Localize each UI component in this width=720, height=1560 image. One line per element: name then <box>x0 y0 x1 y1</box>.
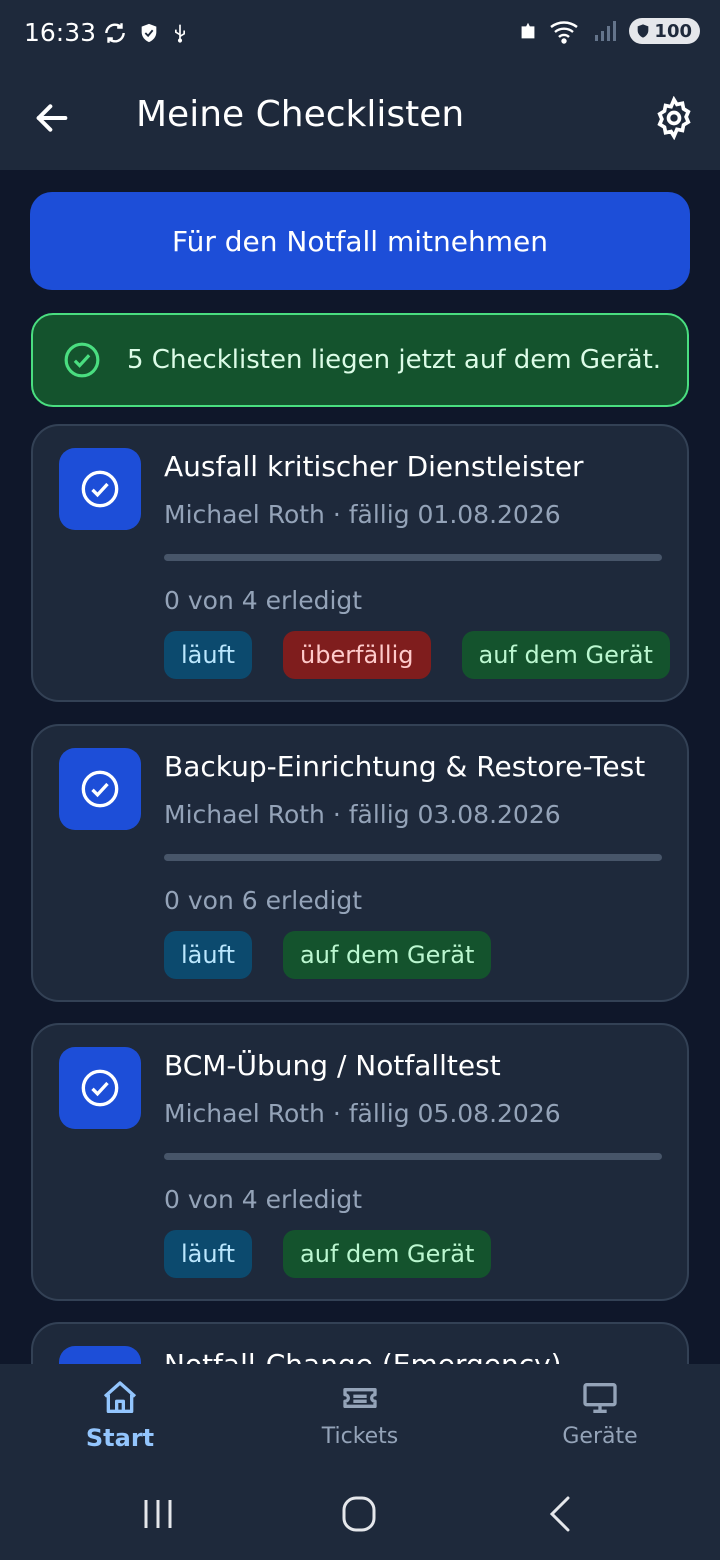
sync-icon <box>105 23 125 43</box>
system-back-button[interactable] <box>540 1494 580 1538</box>
nav-item-tickets[interactable]: Tickets <box>280 1378 440 1449</box>
checklist-count: 0 von 4 erledigt <box>164 586 363 615</box>
status-bar: 16:33 100 <box>0 0 720 70</box>
nav-label-tickets: Tickets <box>321 1424 399 1449</box>
home-circle-icon <box>342 1496 376 1532</box>
check-circle-icon <box>81 470 119 508</box>
status-time: 16:33 <box>24 18 97 47</box>
checklist-icon-tile <box>59 448 141 530</box>
gear-icon <box>657 95 691 141</box>
wifi-icon <box>550 21 579 44</box>
status-icons-left <box>102 20 190 46</box>
checklist-title: Backup-Einrichtung & Restore-Test <box>164 750 646 783</box>
status-badge-running: läuft <box>164 931 253 979</box>
system-navigation-bar <box>0 1470 720 1560</box>
recents-button[interactable] <box>138 1494 178 1538</box>
ticket-icon <box>343 1388 377 1408</box>
home-button[interactable] <box>338 1494 380 1538</box>
progress-bar <box>164 1153 662 1160</box>
monitor-icon <box>583 1383 617 1413</box>
status-badge-on-device: auf dem Gerät <box>461 631 670 679</box>
check-circle-icon <box>81 770 119 808</box>
take-for-emergency-button[interactable]: Für den Notfall mitnehmen <box>30 192 690 290</box>
checklist-title: Notfall-Change (Emergency) <box>164 1348 562 1364</box>
nav-label-devices: Geräte <box>562 1424 638 1449</box>
checklist-count: 0 von 4 erledigt <box>164 1185 363 1214</box>
settings-button[interactable] <box>652 95 696 141</box>
checklist-card[interactable]: Notfall-Change (Emergency) <box>31 1322 689 1364</box>
checklist-meta: Michael Roth · fällig 05.08.2026 <box>164 1099 561 1128</box>
check-circle-icon <box>81 1069 119 1107</box>
recents-icon <box>144 1500 172 1528</box>
signal-icon <box>595 21 617 41</box>
checklist-title: BCM-Übung / Notfalltest <box>164 1049 501 1082</box>
badge-row: läuft auf dem Gerät <box>164 1230 492 1278</box>
status-badge-running: läuft <box>164 631 253 679</box>
alert-icon <box>522 22 535 39</box>
home-icon <box>103 1381 137 1413</box>
checklist-card[interactable]: BCM-Übung / Notfalltest Michael Roth · f… <box>31 1023 689 1301</box>
checklist-icon-tile <box>59 748 141 830</box>
back-button[interactable] <box>32 98 72 138</box>
checklist-meta: Michael Roth · fällig 01.08.2026 <box>164 500 561 529</box>
status-badge-on-device: auf dem Gerät <box>283 931 492 979</box>
status-icons-right: 100 <box>517 18 700 44</box>
battery-indicator: 100 <box>629 18 700 44</box>
notice-text: 5 Checklisten liegen jetzt auf dem Gerät… <box>127 345 662 375</box>
badge-row: läuft auf dem Gerät <box>164 931 492 979</box>
arrow-left-icon <box>36 104 68 132</box>
badge-row: läuft überfällig auf dem Gerät <box>164 631 670 679</box>
usb-icon <box>175 24 185 43</box>
checklist-title: Ausfall kritischer Dienstleister <box>164 450 584 483</box>
nav-item-start[interactable]: Start <box>40 1378 200 1452</box>
checklist-content[interactable]: Für den Notfall mitnehmen 5 Checklisten … <box>0 170 720 1364</box>
page-title: Meine Checklisten <box>136 94 465 135</box>
checklist-card[interactable]: Backup-Einrichtung & Restore-Test Michae… <box>31 724 689 1002</box>
battery-icon <box>638 24 649 38</box>
bottom-navigation: Start Tickets Geräte <box>0 1364 720 1470</box>
nav-item-devices[interactable]: Geräte <box>520 1378 680 1449</box>
shield-icon <box>141 23 157 43</box>
success-notice: 5 Checklisten liegen jetzt auf dem Gerät… <box>31 313 689 407</box>
app-bar: Meine Checklisten <box>0 70 720 170</box>
status-badge-running: läuft <box>164 1230 253 1278</box>
checklist-meta: Michael Roth · fällig 03.08.2026 <box>164 800 561 829</box>
checklist-icon-tile <box>59 1047 141 1129</box>
progress-bar <box>164 554 662 561</box>
checklist-card[interactable]: Ausfall kritischer Dienstleister Michael… <box>31 424 689 702</box>
progress-bar <box>164 854 662 861</box>
back-chevron-icon <box>549 1496 570 1532</box>
nav-label-start: Start <box>85 1424 155 1452</box>
checklist-icon-tile <box>59 1346 141 1364</box>
status-badge-on-device: auf dem Gerät <box>283 1230 492 1278</box>
checklist-count: 0 von 6 erledigt <box>164 886 363 915</box>
status-badge-overdue: überfällig <box>283 631 431 679</box>
battery-level: 100 <box>654 20 692 42</box>
check-circle-icon <box>64 342 100 378</box>
